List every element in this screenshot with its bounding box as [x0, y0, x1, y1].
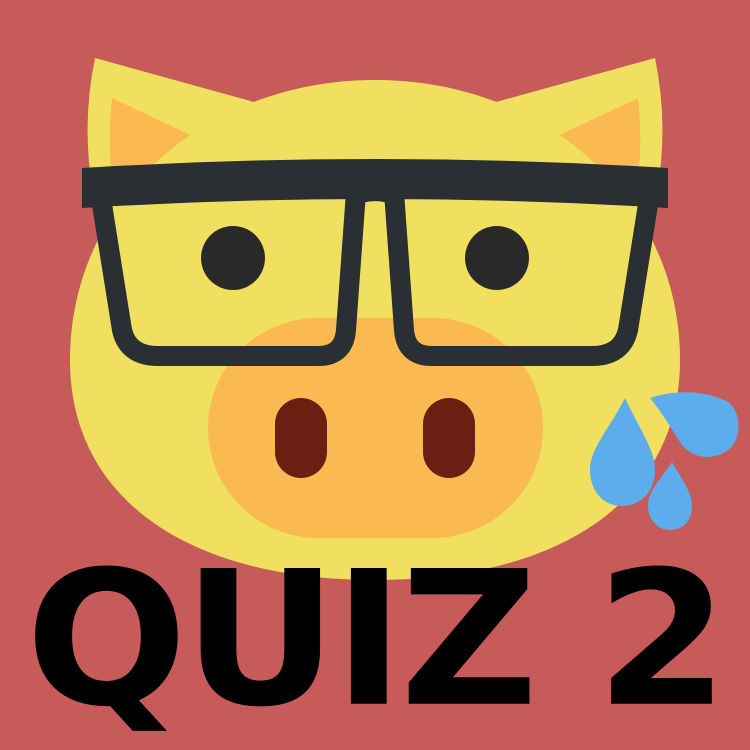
left-eye — [201, 226, 265, 290]
left-nostril — [275, 398, 327, 478]
right-nostril — [423, 398, 475, 478]
right-eye — [465, 226, 529, 290]
quiz-title: QUIZ 2 — [25, 531, 729, 748]
